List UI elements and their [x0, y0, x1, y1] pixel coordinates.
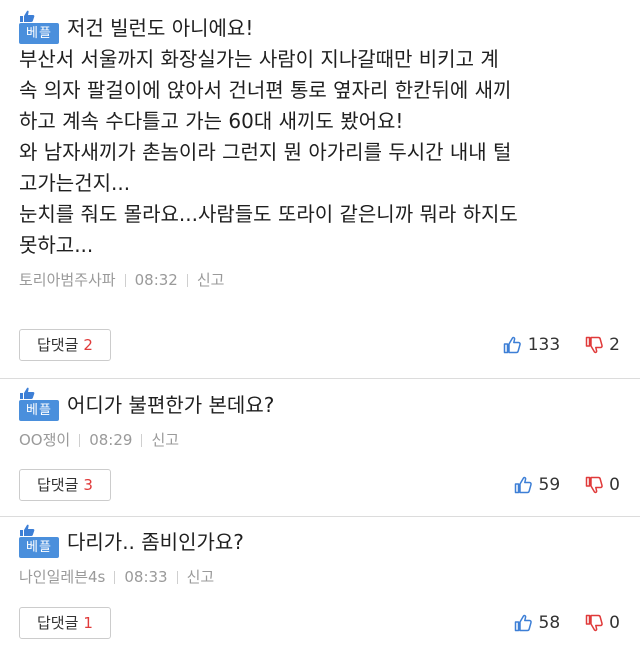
meta-divider [124, 273, 126, 287]
comment-first-line: 어디가 불편한가 본데요? [67, 393, 275, 417]
thumbs-down-icon [585, 476, 603, 494]
reply-button-label: 답댓글 [37, 614, 79, 632]
thumbs-down-icon [585, 336, 603, 354]
comment-meta: 나인일레븐4s 08:33 신고 [19, 567, 620, 587]
comment-actions: 답댓글 2 133 2 [19, 329, 620, 361]
thumbs-down-icon [585, 614, 603, 632]
best-comment-badge: 베플 [19, 524, 59, 558]
best-badge-label: 베플 [19, 23, 59, 44]
report-link[interactable]: 신고 [187, 567, 215, 587]
comment-meta: 토리아범주사파 08:32 신고 [19, 270, 620, 290]
best-badge-label: 베플 [19, 537, 59, 558]
comment-time: 08:33 [124, 568, 168, 586]
comment-time: 08:29 [89, 431, 133, 449]
comment-actions: 답댓글 3 59 0 [19, 469, 620, 501]
reply-button[interactable]: 답댓글 2 [19, 329, 111, 361]
best-thumb-icon [20, 524, 35, 536]
comment-body: 부산서 서울까지 화장실가는 사람이 지나갈때만 비키고 계 속 의자 팔걸이에… [19, 47, 518, 257]
best-comment-badge: 베플 [19, 387, 59, 421]
comment-actions: 답댓글 1 58 0 [19, 607, 620, 639]
reply-button-label: 답댓글 [37, 336, 79, 354]
report-link[interactable]: 신고 [197, 270, 225, 290]
best-thumb-icon [20, 10, 35, 22]
dislike-button[interactable]: 0 [584, 475, 620, 495]
reply-count: 3 [83, 476, 93, 494]
comment-meta: OO쟁이 08:29 신고 [19, 430, 620, 450]
comment-item: 베플 저건 빌런도 아니에요! 부산서 서울까지 화장실가는 사람이 지나갈때만 … [0, 0, 640, 378]
best-comment-badge: 베플 [19, 10, 59, 44]
comment-author[interactable]: 나인일레븐4s [19, 567, 105, 587]
dislike-count: 0 [609, 613, 620, 633]
like-count: 133 [527, 335, 561, 355]
reply-button[interactable]: 답댓글 3 [19, 469, 111, 501]
like-button[interactable]: 133 [502, 335, 560, 355]
comment-text-block: 베플 어디가 불편한가 본데요? [19, 387, 620, 421]
comment-text-block: 베플 다리가.. 좀비인가요? [19, 524, 620, 558]
comment-item: 베플 어디가 불편한가 본데요? OO쟁이 08:29 신고 답댓글 3 59 0 [0, 378, 640, 516]
comment-author[interactable]: OO쟁이 [19, 430, 70, 450]
meta-divider [176, 570, 178, 584]
thumbs-up-icon [503, 336, 521, 354]
reply-count: 2 [83, 336, 93, 354]
comment-text-block: 베플 저건 빌런도 아니에요! 부산서 서울까지 화장실가는 사람이 지나갈때만 … [19, 10, 620, 261]
dislike-count: 2 [609, 335, 620, 355]
best-thumb-icon [20, 387, 35, 399]
comment-first-line: 다리가.. 좀비인가요? [67, 530, 244, 554]
like-count: 58 [538, 613, 561, 633]
reply-button-label: 답댓글 [37, 476, 79, 494]
best-badge-label: 베플 [19, 400, 59, 421]
dislike-button[interactable]: 0 [584, 613, 620, 633]
vote-group: 58 0 [513, 613, 620, 633]
meta-divider [141, 433, 143, 447]
meta-divider [186, 273, 188, 287]
vote-group: 133 2 [502, 335, 620, 355]
thumbs-up-icon [514, 476, 532, 494]
like-count: 59 [538, 475, 561, 495]
vote-group: 59 0 [513, 475, 620, 495]
thumbs-up-icon [514, 614, 532, 632]
comment-time: 08:32 [134, 271, 178, 289]
like-button[interactable]: 58 [513, 613, 561, 633]
report-link[interactable]: 신고 [151, 430, 179, 450]
dislike-button[interactable]: 2 [584, 335, 620, 355]
dislike-count: 0 [609, 475, 620, 495]
comment-first-line: 저건 빌런도 아니에요! [67, 16, 254, 40]
reply-count: 1 [83, 614, 93, 632]
meta-divider [114, 570, 116, 584]
reply-button[interactable]: 답댓글 1 [19, 607, 111, 639]
comment-author[interactable]: 토리아범주사파 [19, 270, 116, 290]
comment-item: 베플 다리가.. 좀비인가요? 나인일레븐4s 08:33 신고 답댓글 1 58 … [0, 516, 640, 655]
meta-divider [79, 433, 81, 447]
like-button[interactable]: 59 [513, 475, 561, 495]
